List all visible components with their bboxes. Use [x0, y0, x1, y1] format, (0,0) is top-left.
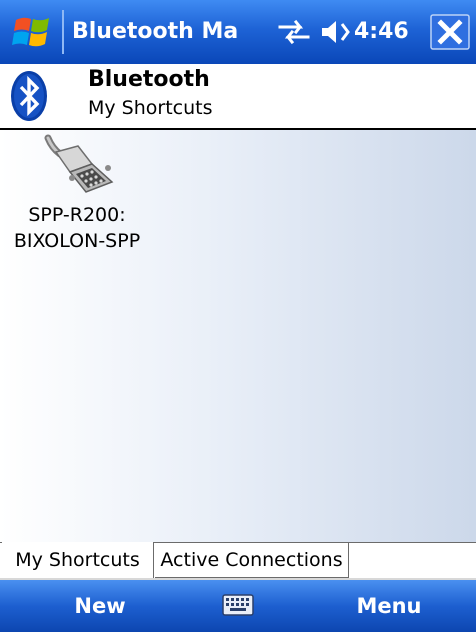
serial-port-icon — [44, 134, 114, 193]
shortcut-item[interactable]: SPP-R200: BIXOLON-SPP — [2, 130, 152, 260]
title-bar: Bluetooth Mana 4:46 — [0, 0, 476, 64]
clock[interactable]: 4:46 — [354, 15, 422, 49]
title-separator — [62, 10, 64, 54]
close-icon[interactable] — [430, 14, 470, 50]
app-title[interactable]: Bluetooth Mana — [72, 15, 240, 49]
windows-flag-icon[interactable] — [10, 12, 56, 52]
tab-my-shortcuts[interactable]: My Shortcuts — [2, 542, 154, 578]
softkey-bar: New Menu — [0, 580, 476, 632]
tab-bar: My Shortcuts Active Connections — [0, 542, 476, 580]
page-subtitle: My Shortcuts — [88, 97, 213, 119]
shortcuts-pane: SPP-R200: BIXOLON-SPP — [0, 130, 476, 542]
new-button[interactable]: New — [60, 580, 140, 632]
menu-button[interactable]: Menu — [344, 580, 434, 632]
keyboard-icon[interactable] — [222, 592, 254, 618]
shortcut-label-line2: BIXOLON-SPP — [13, 230, 141, 252]
connectivity-icon[interactable] — [276, 16, 312, 48]
page-header: Bluetooth My Shortcuts — [0, 64, 476, 128]
shortcut-label: SPP-R200: BIXOLON-SPP — [2, 202, 152, 254]
volume-icon[interactable] — [318, 18, 352, 46]
page-title: Bluetooth — [88, 67, 210, 92]
tab-active-connections[interactable]: Active Connections — [155, 542, 349, 578]
bluetooth-icon — [11, 71, 47, 121]
shortcut-label-line1: SPP-R200: — [28, 204, 126, 226]
